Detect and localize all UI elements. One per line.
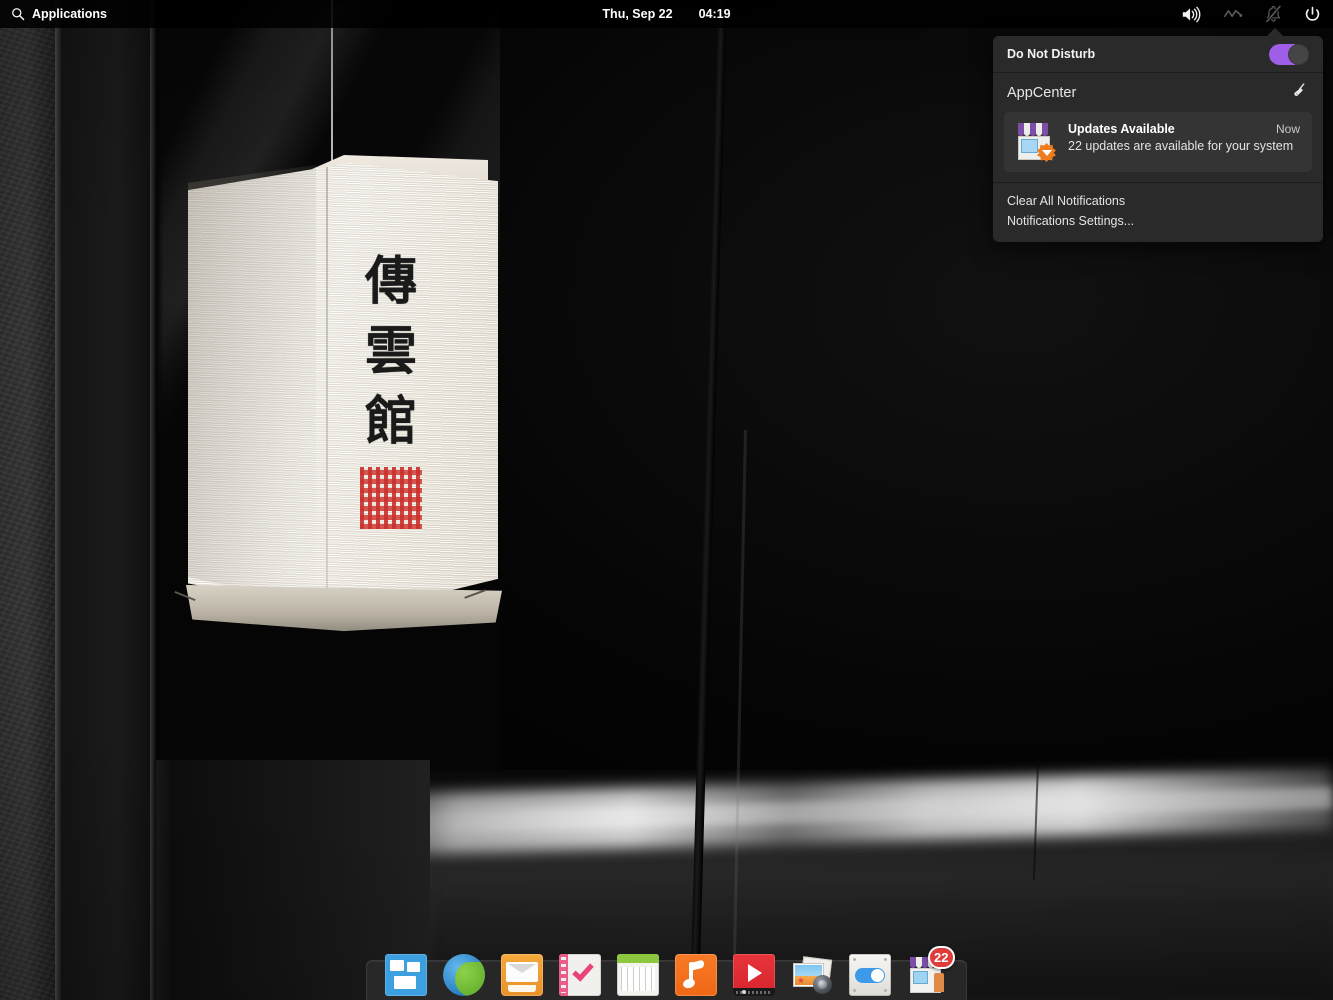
photos-camera-icon bbox=[791, 954, 833, 996]
dock-item-list: 22 bbox=[366, 950, 967, 996]
music-note-icon bbox=[675, 954, 717, 996]
lantern-bottom bbox=[186, 585, 502, 633]
do-not-disturb-row[interactable]: Do Not Disturb bbox=[993, 36, 1323, 73]
bell-slash-icon[interactable] bbox=[1265, 5, 1282, 23]
do-not-disturb-label: Do Not Disturb bbox=[1007, 47, 1095, 61]
notification-title: Updates Available bbox=[1068, 122, 1175, 136]
lantern-calligraphy: 傳雲館 bbox=[346, 247, 436, 457]
wallpaper-lantern: 傳雲館 bbox=[168, 155, 513, 630]
notification-group-app-name: AppCenter bbox=[1007, 85, 1076, 101]
dock-item-photos[interactable] bbox=[789, 950, 835, 996]
dock-item-appcenter[interactable]: 22 bbox=[905, 950, 951, 996]
panel-time: 04:19 bbox=[699, 7, 731, 21]
notification-time: Now bbox=[1276, 122, 1300, 136]
wallpaper-left-wall bbox=[0, 0, 60, 1000]
applications-menu-label: Applications bbox=[32, 7, 107, 21]
datetime-indicator[interactable]: Thu, Sep 22 04:19 bbox=[567, 7, 767, 21]
calendar-icon bbox=[617, 954, 659, 996]
envelope-icon bbox=[501, 954, 543, 996]
notifications-settings-button[interactable]: Notifications Settings... bbox=[1007, 211, 1309, 231]
wallpaper-second-column bbox=[61, 0, 156, 1000]
dock: 22 bbox=[366, 952, 967, 1000]
notification-popover-arrow bbox=[1266, 28, 1284, 37]
dock-item-files[interactable] bbox=[383, 950, 429, 996]
dock-item-mail[interactable] bbox=[499, 950, 545, 996]
applications-menu-button[interactable]: Applications bbox=[0, 7, 107, 21]
toggle-knob bbox=[1288, 44, 1309, 65]
dock-item-settings[interactable] bbox=[847, 950, 893, 996]
files-icon bbox=[385, 954, 427, 996]
notification-group-header: AppCenter bbox=[993, 73, 1323, 107]
notification-body: Updates Available Now 22 updates are ava… bbox=[1068, 122, 1300, 153]
storefront-window bbox=[1021, 139, 1038, 153]
play-icon bbox=[733, 954, 775, 996]
dock-item-videos[interactable] bbox=[731, 950, 777, 996]
wallpaper-column-highlight bbox=[150, 0, 155, 1000]
notification-description: 22 updates are available for your system bbox=[1068, 139, 1300, 153]
lantern-left-shade bbox=[188, 165, 316, 613]
dock-item-web[interactable] bbox=[441, 950, 487, 996]
power-icon[interactable] bbox=[1304, 6, 1321, 23]
do-not-disturb-toggle[interactable] bbox=[1269, 44, 1309, 65]
panel-indicator-area bbox=[1181, 0, 1321, 28]
notification-center-popover: Do Not Disturb AppCenter Updates bbox=[993, 36, 1323, 242]
toggle-switch-icon bbox=[849, 954, 891, 996]
search-icon bbox=[11, 7, 25, 21]
notification-actions: Clear All Notifications Notifications Se… bbox=[993, 182, 1323, 242]
network-icon[interactable] bbox=[1223, 6, 1243, 22]
panel-date: Thu, Sep 22 bbox=[602, 7, 672, 21]
dock-item-tasks[interactable] bbox=[557, 950, 603, 996]
volume-icon[interactable] bbox=[1181, 6, 1201, 23]
notebook-check-icon bbox=[559, 954, 601, 996]
dock-item-calendar[interactable] bbox=[615, 950, 661, 996]
globe-icon bbox=[443, 954, 485, 996]
storefront-awning bbox=[1018, 123, 1050, 136]
appcenter-updates-icon bbox=[1016, 122, 1056, 162]
dock-item-music[interactable] bbox=[673, 950, 719, 996]
notification-header: Updates Available Now bbox=[1068, 122, 1300, 136]
lantern-red-seal bbox=[360, 467, 422, 529]
appcenter-badge-count: 22 bbox=[928, 946, 954, 969]
top-panel: Applications Thu, Sep 22 04:19 bbox=[0, 0, 1333, 28]
lantern-seam bbox=[326, 167, 328, 617]
clear-all-notifications-button[interactable]: Clear All Notifications bbox=[1007, 191, 1309, 211]
notification-item[interactable]: Updates Available Now 22 updates are ava… bbox=[1004, 112, 1312, 172]
broom-icon[interactable] bbox=[1292, 82, 1309, 104]
